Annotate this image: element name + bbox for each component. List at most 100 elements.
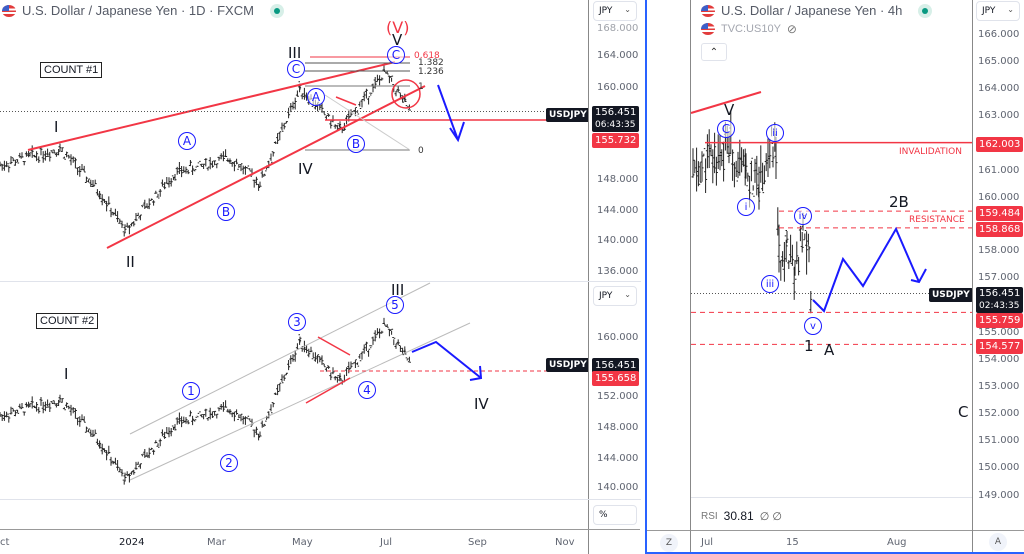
tradingview-layout: U.S. Dollar / Japanese Yen · 1D · FXCM C… — [0, 0, 1024, 554]
red-segment-b1 — [317, 336, 351, 356]
price-tick: 148.000 — [597, 422, 639, 433]
red-segment-b2 — [305, 377, 351, 404]
time-tick: Jul — [380, 537, 393, 548]
circled-label-iv: iv — [794, 207, 812, 225]
wave-label-V: V — [724, 101, 735, 119]
time-tick: 2024 — [119, 537, 145, 548]
circled-label-4: 4 — [358, 381, 376, 399]
last-price-tag-top: 156.451 06:43:35 — [592, 106, 640, 132]
level-tag-bottom: 155.658 — [592, 371, 640, 386]
zoom-button[interactable]: Z — [660, 534, 678, 552]
market-open-icon — [918, 3, 933, 18]
last-price-tag: 156.451 02:43:35 — [976, 287, 1024, 313]
price-tick: 136.000 — [597, 266, 639, 277]
wave-label-IV: IV — [298, 160, 313, 178]
wave-label-I: I — [54, 118, 59, 136]
auto-scale-button[interactable]: A — [989, 533, 1007, 551]
circled-label-v: v — [804, 317, 822, 335]
price-tick: 150.000 — [978, 462, 1020, 473]
right-time-axis[interactable]: Jul 15 Aug — [690, 530, 972, 552]
wave-label-1: 1 — [804, 337, 814, 355]
wave-label-V-major: (V) — [386, 18, 410, 37]
price-tick: 154.000 — [978, 354, 1020, 365]
collapse-legend-button[interactable]: ⌃ — [701, 43, 727, 61]
price-tick: 155.000 — [978, 327, 1020, 338]
price-tick: 153.000 — [978, 381, 1020, 392]
price-tick: 157.000 — [978, 272, 1020, 283]
bar-countdown: 06:43:35 — [595, 120, 636, 130]
chevron-down-icon: ⌄ — [624, 290, 631, 299]
time-tick: Aug — [887, 537, 907, 548]
projection-arrow-top — [437, 84, 465, 143]
time-tick: 15 — [786, 537, 799, 548]
left-chart-area[interactable]: U.S. Dollar / Japanese Yen · 1D · FXCM C… — [0, 0, 590, 554]
price-tick: 144.000 — [597, 205, 639, 216]
price-tick: 165.000 — [978, 56, 1020, 67]
lower-wedge-line — [106, 85, 426, 249]
invalidation-label: INVALIDATION — [899, 147, 962, 157]
fib-1: 1 — [418, 82, 424, 92]
rsi-legend: RSI 30.81 ∅ ∅ — [701, 509, 782, 523]
wave-label-2B: 2B — [889, 193, 909, 211]
usd-flag-icon — [701, 4, 715, 17]
price-tick: 148.000 — [597, 174, 639, 185]
price-tick: 144.000 — [597, 453, 639, 464]
currency-label: JPY — [982, 6, 996, 16]
price-tick: 160.000 — [597, 332, 639, 343]
percent-label: % — [599, 510, 608, 520]
us-flag-icon — [701, 23, 715, 35]
invalidation-price-tag: 162.003 — [976, 137, 1024, 152]
price-tick: 140.000 — [597, 482, 639, 493]
price-tick: 152.000 — [978, 408, 1020, 419]
circled-label-ii: ii — [766, 124, 784, 142]
right-chart-area[interactable]: U.S. Dollar / Japanese Yen · 4h TVC:US10… — [690, 0, 973, 530]
price-tick: 168.000 — [597, 23, 639, 34]
price-tick: 158.000 — [978, 245, 1020, 256]
currency-select-top[interactable]: JPY ⌄ — [593, 1, 637, 21]
overlay-symbol: TVC:US10Y — [721, 23, 781, 35]
currency-label: JPY — [599, 6, 613, 16]
price-tick: 166.000 — [978, 29, 1020, 40]
circled-label-2: 2 — [220, 454, 238, 472]
time-tick: May — [292, 537, 313, 548]
currency-select[interactable]: JPY ⌄ — [976, 1, 1020, 21]
price-tick: 161.000 — [978, 165, 1020, 176]
price-tick: 152.000 — [597, 391, 639, 402]
right-price-axis[interactable]: JPY ⌄ 166.000 165.000 164.000 163.000 162… — [972, 0, 1024, 552]
projection-arrow-bottom — [411, 340, 483, 381]
circled-label-B-2: B — [347, 135, 365, 153]
currency-select-bottom[interactable]: JPY ⌄ — [593, 286, 637, 306]
circled-label-A-2: A — [307, 88, 325, 106]
percent-toggle[interactable]: % — [593, 505, 637, 525]
hidden-eye-icon[interactable]: ⊘ — [787, 22, 797, 36]
circled-label-C-2: C — [387, 46, 405, 64]
pane-divider[interactable] — [691, 497, 973, 498]
fib-1236: 1.236 — [418, 67, 444, 77]
wave-label-II: II — [126, 253, 135, 271]
price-tick: 140.000 — [597, 235, 639, 246]
level-tag-top: 155.732 — [592, 133, 640, 148]
channel-lower-line — [129, 322, 471, 481]
circled-label-1: 1 — [182, 382, 200, 400]
time-tick: Mar — [207, 537, 226, 548]
last-price: 156.451 — [979, 288, 1021, 299]
wave-label-III: III — [288, 44, 302, 62]
pane-divider[interactable] — [0, 499, 641, 500]
axis-divider — [973, 530, 1024, 531]
chevron-down-icon: ⌄ — [624, 5, 631, 14]
right-bottom-left-corner: Z — [647, 530, 690, 552]
circled-label-5: 5 — [386, 296, 404, 314]
rsi-extra-icon: ∅ ∅ — [759, 510, 782, 523]
symbol-tag-bottom: USDJPY — [546, 358, 590, 372]
resistance-price-tag: 159.484 — [976, 206, 1024, 221]
overlay-legend[interactable]: TVC:US10Y ⊘ — [701, 22, 797, 36]
pane-divider[interactable] — [0, 281, 641, 282]
wave-label-C: C — [958, 403, 969, 421]
left-time-axis[interactable]: ct 2024 Mar May Jul Sep Nov — [0, 529, 640, 554]
circled-label-C: C — [717, 120, 735, 138]
circled-label-iii: iii — [761, 275, 779, 293]
projection-path — [812, 226, 927, 313]
left-chart-canvas — [0, 56, 590, 485]
left-price-axis[interactable]: JPY ⌄ 168.000 164.000 160.000 156.451 06:4… — [0, 0, 641, 554]
symbol-tag-top: USDJPY — [546, 108, 590, 122]
